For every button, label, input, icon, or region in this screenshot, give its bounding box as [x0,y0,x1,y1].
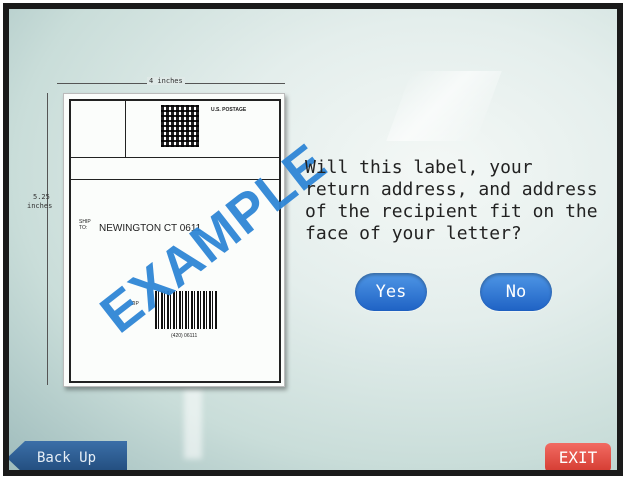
screen-glare-bottom [184,389,202,459]
kiosk-bezel: 4 inches 5.25 inches U.S. POSTAGE SHIP T… [3,3,623,476]
label-divider-1 [71,157,279,158]
exit-button[interactable]: EXIT [545,443,611,470]
width-dimension-label: 4 inches [147,77,185,85]
height-dimension-value: 5.25 [33,193,50,201]
label-divider-vertical [125,101,126,157]
postage-label: U.S. POSTAGE [211,107,247,113]
screen-glare [386,71,502,141]
postage-2d-barcode [161,105,199,147]
tracking-number: (420) 06111 [171,333,198,339]
height-dimension-line [47,93,48,385]
back-up-button[interactable]: Back Up [9,441,127,470]
question-text: Will this label, your return address, an… [305,157,598,244]
kiosk-screen: 4 inches 5.25 inches U.S. POSTAGE SHIP T… [9,9,617,470]
yes-button[interactable]: Yes [355,273,427,311]
height-dimension-unit: inches [27,202,53,210]
ship-to-label: SHIP TO: [79,219,91,231]
no-button[interactable]: No [480,273,552,311]
example-shipping-label: U.S. POSTAGE SHIP TO: NEWINGTON CT 0611 … [63,93,338,387]
